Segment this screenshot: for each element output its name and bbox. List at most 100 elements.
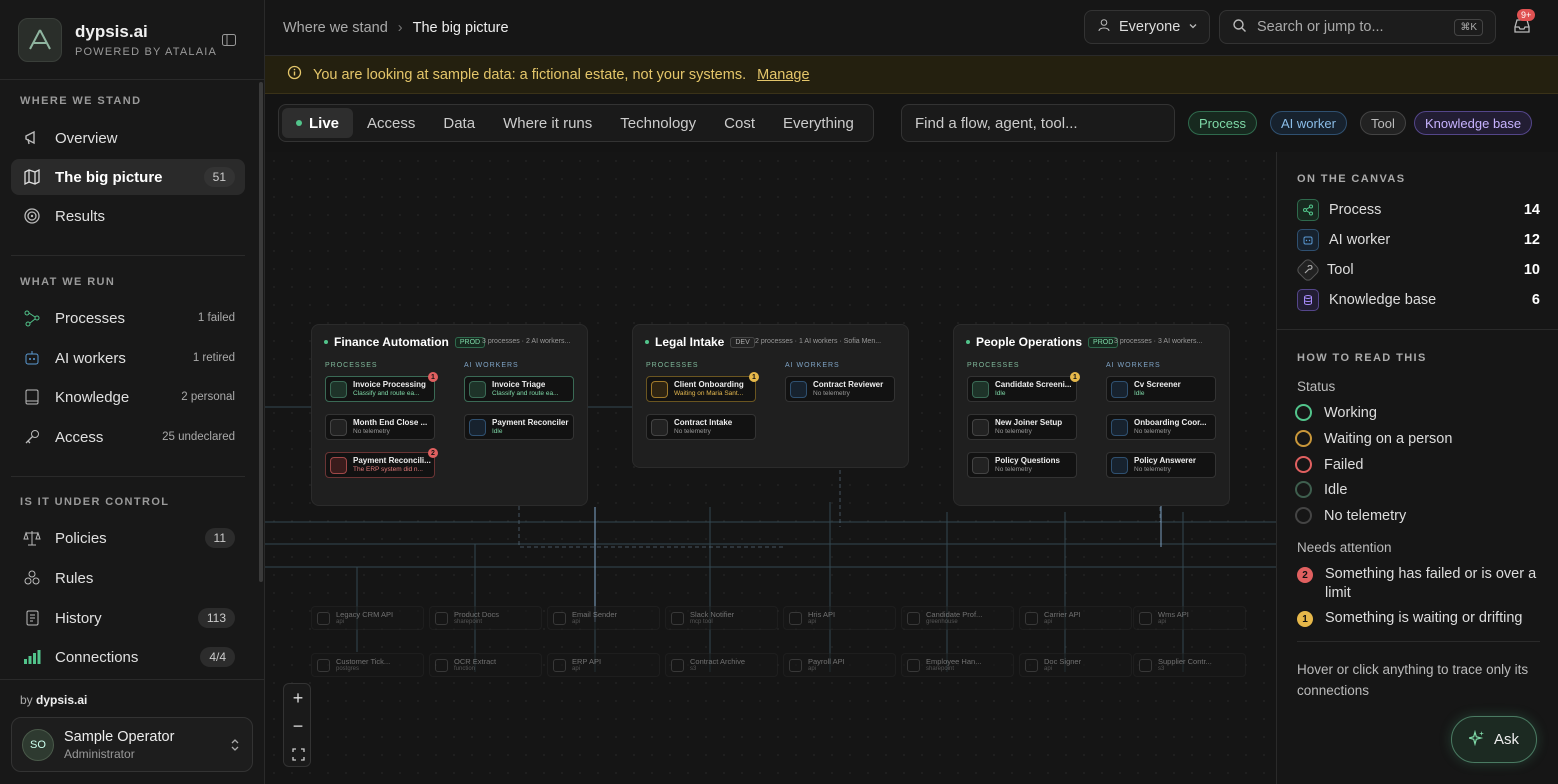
user-menu[interactable]: SO Sample Operator Administrator xyxy=(11,717,253,772)
sidebar-item-big-picture[interactable]: The big picture 51 xyxy=(11,159,245,195)
by-prefix: by xyxy=(20,693,33,707)
sidebar-item-ai-workers[interactable]: AI workers 1 retired xyxy=(11,340,245,376)
column-heading: PROCESSES xyxy=(967,362,1020,369)
node-subtitle: No telemetry xyxy=(353,428,390,435)
group-legal-intake[interactable]: Legal Intake DEV 2 processes · 1 AI worke… xyxy=(632,324,909,468)
node-month-end-close[interactable]: Month End Close ... No telemetry xyxy=(325,414,435,440)
tool-node[interactable]: Hris API api xyxy=(783,606,896,630)
node-policy-questions[interactable]: Policy Questions No telemetry xyxy=(967,452,1077,478)
node-client-onboarding[interactable]: Client Onboarding Waiting on Maria Sant.… xyxy=(646,372,759,402)
divider xyxy=(0,79,265,80)
sidebar-item-rules[interactable]: Rules xyxy=(11,560,245,596)
node-title: Invoice Triage xyxy=(492,380,546,389)
divider xyxy=(11,255,245,256)
global-search-input[interactable]: Search or jump to... ⌘K xyxy=(1219,10,1496,44)
group-people-operations[interactable]: People Operations PROD 3 processes · 3 AI… xyxy=(953,324,1230,506)
filter-chip-process[interactable]: Process xyxy=(1188,111,1257,135)
node-payment-reconciler[interactable]: Payment Reconciler Idle xyxy=(464,414,574,440)
legend-item-process[interactable]: Process 14 xyxy=(1297,198,1540,222)
tool-node[interactable]: OCR Extract function xyxy=(429,653,542,677)
divider xyxy=(0,679,265,680)
sidebar-item-processes[interactable]: Processes 1 failed xyxy=(11,300,245,336)
panel-hint: Hover or click anything to trace only it… xyxy=(1297,662,1529,698)
filter-chip-tool[interactable]: Tool xyxy=(1360,111,1406,135)
tool-title: Legacy CRM API xyxy=(336,610,394,619)
zoom-out-icon[interactable]: − xyxy=(284,712,312,740)
ask-button[interactable]: Ask xyxy=(1451,716,1537,763)
tab-access[interactable]: Access xyxy=(353,108,429,138)
zoom-in-icon[interactable]: + xyxy=(284,684,312,712)
manage-link[interactable]: Manage xyxy=(757,67,809,83)
collapse-sidebar-icon[interactable] xyxy=(221,32,237,48)
top-bar: Where we stand › The big picture Everyon… xyxy=(265,0,1558,56)
sidebar-item-knowledge[interactable]: Knowledge 2 personal xyxy=(11,379,245,415)
node-cv-screener[interactable]: Cv Screener Idle xyxy=(1106,376,1216,402)
tab-everything[interactable]: Everything xyxy=(769,108,868,138)
tab-live[interactable]: Live xyxy=(282,108,354,138)
tool-node[interactable]: Wms API api xyxy=(1133,606,1246,630)
share-icon xyxy=(972,381,989,398)
filter-chip-ai-worker[interactable]: AI worker xyxy=(1270,111,1347,135)
target-icon xyxy=(23,207,41,225)
tool-node[interactable]: Employee Han... sharepoint xyxy=(901,653,1014,677)
share-icon xyxy=(330,457,347,474)
cubes-icon xyxy=(23,569,41,587)
brand[interactable]: dypsis.ai POWERED BY ATALAIA xyxy=(18,18,217,62)
database-icon xyxy=(317,659,330,672)
node-onboarding-coordinator[interactable]: Onboarding Coor... No telemetry xyxy=(1106,414,1216,440)
node-invoice-triage[interactable]: Invoice Triage Classify and route ea... xyxy=(464,376,574,402)
tab-where-it-runs[interactable]: Where it runs xyxy=(489,108,606,138)
sidebar-item-connections[interactable]: Connections 4/4 xyxy=(11,639,245,675)
legend-item-knowledge-base[interactable]: Knowledge base 6 xyxy=(1297,288,1540,312)
tool-node[interactable]: Payroll API api xyxy=(783,653,896,677)
node-policy-answerer[interactable]: Policy Answerer No telemetry xyxy=(1106,452,1216,478)
status-ring-icon xyxy=(1295,481,1312,498)
status-working: Working xyxy=(1295,404,1377,421)
node-candidate-screening[interactable]: Candidate Screeni... Idle 1 xyxy=(967,372,1080,402)
tab-technology[interactable]: Technology xyxy=(606,108,710,138)
breadcrumb-link[interactable]: Where we stand xyxy=(283,20,388,36)
node-contract-intake[interactable]: Contract Intake No telemetry xyxy=(646,414,756,440)
tool-node[interactable]: Slack Notifier mcp tool xyxy=(665,606,778,630)
graph-canvas[interactable]: Finance Automation PROD 3 processes · 2 A… xyxy=(265,152,1276,784)
status-dot xyxy=(966,340,970,344)
legend-count: 12 xyxy=(1523,232,1540,248)
fit-view-icon[interactable] xyxy=(284,740,312,768)
canvas-search-input[interactable]: Find a flow, agent, tool... xyxy=(901,104,1175,142)
node-new-joiner-setup[interactable]: New Joiner Setup No telemetry xyxy=(967,414,1077,440)
node-payment-reconciliation[interactable]: Payment Reconcili... The ERP system did … xyxy=(325,448,438,478)
sidebar-item-label: Rules xyxy=(55,569,94,587)
audience-select[interactable]: Everyone xyxy=(1084,10,1210,44)
env-badge: PROD xyxy=(454,336,486,348)
node-invoice-processing[interactable]: Invoice Processing Classify and route ea… xyxy=(325,372,438,402)
sidebar-item-history[interactable]: History 113 xyxy=(11,600,245,636)
tool-node[interactable]: Candidate Prof... greenhouse xyxy=(901,606,1014,630)
tool-node[interactable]: Product Docs sharepoint xyxy=(429,606,542,630)
tab-cost[interactable]: Cost xyxy=(710,108,769,138)
sidebar-item-results[interactable]: Results xyxy=(11,198,245,234)
sidebar-item-label: The big picture xyxy=(55,168,163,186)
tool-node[interactable]: Contract Archive s3 xyxy=(665,653,778,677)
tool-node[interactable]: Supplier Contr... s3 xyxy=(1133,653,1246,677)
tool-node[interactable]: Legacy CRM API api xyxy=(311,606,424,630)
sidebar-item-policies[interactable]: Policies 11 xyxy=(11,520,245,556)
tool-type: api xyxy=(808,619,817,625)
legend-item-tool[interactable]: Tool 10 xyxy=(1295,257,1540,283)
filter-chip-knowledge-base[interactable]: Knowledge base xyxy=(1414,111,1533,135)
tab-data[interactable]: Data xyxy=(429,108,489,138)
wrench-icon xyxy=(789,612,802,625)
tool-node[interactable]: Customer Tick... postgres xyxy=(311,653,424,677)
sidebar-scrollbar[interactable] xyxy=(259,82,263,582)
tool-node[interactable]: ERP API api xyxy=(547,653,660,677)
group-meta: 2 processes · 1 AI workers · Sofia Men..… xyxy=(755,338,882,345)
tool-node[interactable]: Email Sender api xyxy=(547,606,660,630)
group-finance-automation[interactable]: Finance Automation PROD 3 processes · 2 A… xyxy=(311,324,588,506)
tool-node[interactable]: Carrier API api xyxy=(1019,606,1132,630)
legend-item-ai-worker[interactable]: AI worker 12 xyxy=(1297,228,1540,252)
node-contract-reviewer[interactable]: Contract Reviewer No telemetry xyxy=(785,376,895,402)
tool-title: Employee Han... xyxy=(926,657,982,666)
sidebar-item-overview[interactable]: Overview xyxy=(11,120,245,156)
tool-node[interactable]: Doc Signer api xyxy=(1019,653,1132,677)
status-ring-icon xyxy=(1295,507,1312,524)
sidebar-item-access[interactable]: Access 25 undeclared xyxy=(11,419,245,455)
